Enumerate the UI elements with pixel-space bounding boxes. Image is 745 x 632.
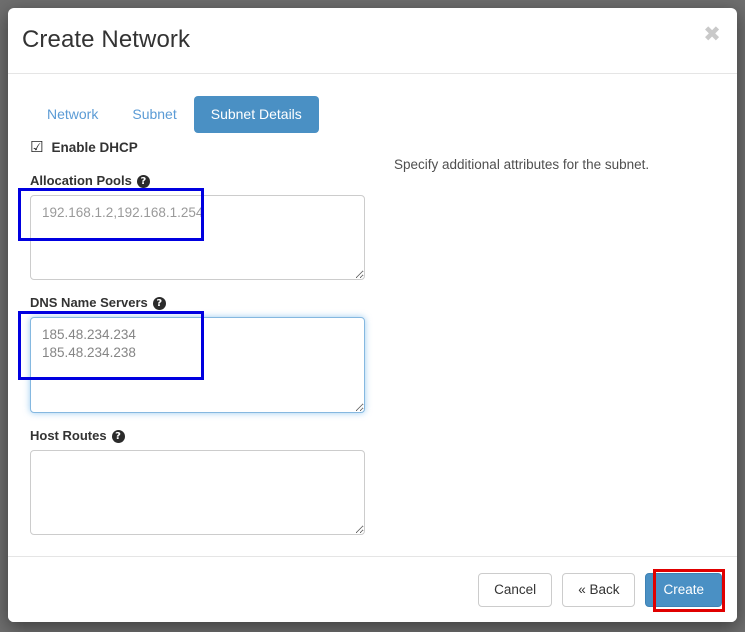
field-allocation-pools: Allocation Pools ?	[30, 173, 365, 280]
host-routes-input[interactable]	[30, 450, 365, 535]
checkbox-checked-icon[interactable]: ☑	[30, 139, 43, 155]
help-circle-icon[interactable]: ?	[136, 174, 150, 188]
host-routes-label-text: Host Routes	[30, 428, 107, 443]
dns-name-servers-label: DNS Name Servers ?	[30, 295, 365, 311]
allocation-pools-label-text: Allocation Pools	[30, 173, 132, 188]
create-network-modal: Create Network ✖ Network Subnet Subnet D…	[8, 8, 737, 622]
create-button[interactable]: Create	[645, 573, 722, 607]
cancel-button[interactable]: Cancel	[478, 573, 553, 607]
dns-name-servers-input[interactable]	[30, 317, 365, 413]
back-button[interactable]: « Back	[562, 573, 636, 607]
help-circle-icon[interactable]: ?	[152, 296, 166, 310]
close-icon[interactable]: ✖	[701, 23, 723, 45]
help-text: Specify additional attributes for the su…	[394, 157, 650, 172]
field-dns-name-servers: DNS Name Servers ?	[30, 295, 365, 413]
host-routes-label: Host Routes ?	[30, 428, 365, 444]
form-column: ☑ Enable DHCP Allocation Pools ? DNS Nam…	[30, 138, 365, 550]
field-host-routes: Host Routes ?	[30, 428, 365, 535]
footer-button-group: Cancel « Back Create	[478, 573, 722, 607]
modal-body: ☑ Enable DHCP Allocation Pools ? DNS Nam…	[8, 74, 737, 556]
allocation-pools-input[interactable]	[30, 195, 365, 280]
page-title: Create Network	[22, 26, 191, 53]
help-circle-icon[interactable]: ?	[111, 429, 125, 443]
allocation-pools-label: Allocation Pools ?	[30, 173, 365, 189]
modal-header: Create Network ✖	[8, 8, 737, 74]
page-root: Create Network ✖ Network Subnet Subnet D…	[0, 0, 745, 632]
dns-name-servers-label-text: DNS Name Servers	[30, 295, 148, 310]
enable-dhcp-row[interactable]: ☑ Enable DHCP	[30, 138, 365, 156]
enable-dhcp-label: Enable DHCP	[51, 139, 138, 155]
modal-footer: Cancel « Back Create	[8, 556, 737, 622]
